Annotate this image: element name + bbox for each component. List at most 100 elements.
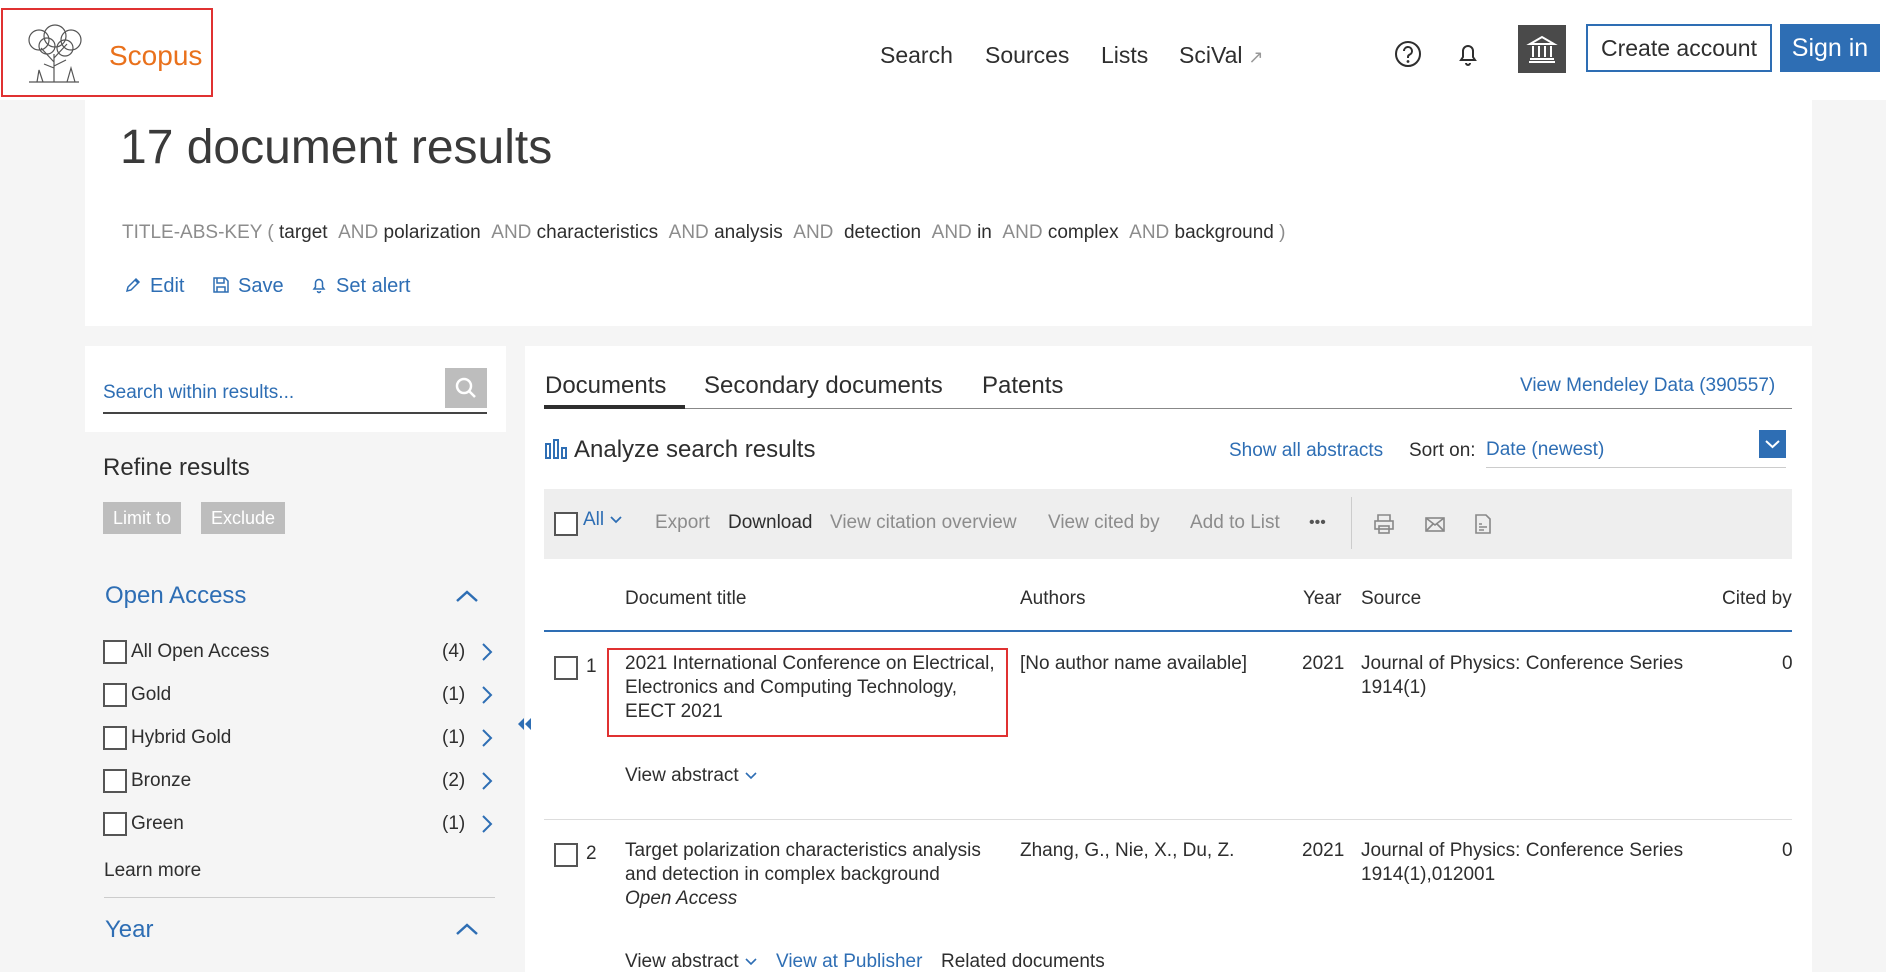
chevron-right-icon[interactable]: [480, 685, 494, 705]
row-number: 1: [586, 656, 597, 677]
query-field: TITLE-ABS-KEY (: [122, 222, 274, 243]
query-term: target: [278, 222, 328, 243]
print-icon[interactable]: [1372, 512, 1396, 536]
learn-more-link[interactable]: Learn more: [104, 860, 201, 882]
facet-checkbox[interactable]: [103, 683, 127, 707]
chevron-down-icon: [1765, 440, 1780, 449]
row-checkbox[interactable]: [554, 656, 578, 680]
save-icon: [213, 277, 229, 293]
view-at-publisher-link[interactable]: View at Publisher: [776, 951, 922, 972]
query-op: AND: [338, 222, 379, 243]
pencil-icon: [125, 277, 141, 293]
mendeley-data-link[interactable]: View Mendeley Data (390557): [1520, 375, 1775, 397]
chevron-right-icon[interactable]: [480, 814, 494, 834]
elsevier-tree-icon: [28, 24, 82, 83]
view-cited-by-button[interactable]: View cited by: [1048, 512, 1160, 534]
sort-label: Sort on:: [1409, 440, 1476, 461]
edit-label: Edit: [150, 275, 185, 297]
row-checkbox[interactable]: [554, 843, 578, 867]
exclude-button[interactable]: Exclude: [201, 502, 286, 534]
facet-checkbox[interactable]: [103, 812, 127, 836]
view-citation-overview-button[interactable]: View citation overview: [830, 512, 1017, 534]
save-search-link[interactable]: Save: [212, 275, 284, 298]
col-year[interactable]: Year: [1303, 588, 1341, 610]
email-icon[interactable]: [1423, 512, 1447, 536]
source-line: Journal of Physics: Conference Series: [1361, 653, 1684, 674]
bell-icon[interactable]: [1452, 38, 1484, 70]
chevron-right-icon[interactable]: [480, 728, 494, 748]
col-document-title[interactable]: Document title: [625, 588, 746, 610]
sort-dropdown-button[interactable]: [1759, 430, 1786, 458]
help-icon[interactable]: [1392, 38, 1424, 70]
results-title: 17 document results: [120, 121, 553, 174]
collapse-sidebar-icon[interactable]: [515, 714, 535, 734]
related-documents-link[interactable]: Related documents: [941, 951, 1105, 972]
highlight-annotation: [607, 648, 1008, 737]
facet-label: Gold: [131, 684, 172, 705]
document-title-link[interactable]: Target polarization characteristics anal…: [625, 839, 1010, 911]
source-line: 1914(1): [1361, 677, 1427, 698]
row-divider: [544, 819, 1792, 820]
nav-search[interactable]: Search: [880, 42, 953, 69]
query-term: detection: [843, 222, 922, 243]
row-number: 2: [586, 843, 597, 864]
tab-patents[interactable]: Patents: [982, 372, 1063, 400]
nav-sources[interactable]: Sources: [985, 42, 1069, 69]
select-all-dropdown[interactable]: All: [583, 509, 623, 531]
source-link[interactable]: Journal of Physics: Conference Series 19…: [1361, 652, 1683, 700]
tabs-divider: [544, 408, 1792, 409]
authors-link[interactable]: Zhang, G., Nie, X., Du, Z.: [1020, 839, 1234, 863]
scopus-logo-link[interactable]: Scopus: [1, 8, 213, 97]
show-all-abstracts-link[interactable]: Show all abstracts: [1229, 440, 1383, 462]
chevron-up-icon[interactable]: [455, 589, 479, 603]
add-to-list-button[interactable]: Add to List: [1190, 512, 1280, 534]
query-term: analysis: [714, 222, 783, 243]
view-abstract-toggle[interactable]: View abstract: [625, 951, 758, 972]
edit-query-link[interactable]: Edit: [124, 275, 184, 298]
facet-checkbox[interactable]: [103, 640, 127, 664]
nav-scival[interactable]: SciVal ↗: [1179, 42, 1264, 69]
year-facet-header[interactable]: Year: [105, 916, 154, 944]
pdf-icon[interactable]: [1471, 512, 1495, 536]
facet-checkbox[interactable]: [103, 726, 127, 750]
search-within-input[interactable]: Search within results...: [103, 366, 487, 414]
facet-label: Green: [131, 813, 184, 834]
open-access-facet-header[interactable]: Open Access: [105, 582, 246, 610]
facet-count: (2): [442, 770, 466, 791]
select-all-checkbox[interactable]: [554, 512, 578, 536]
chevron-right-icon[interactable]: [480, 771, 494, 791]
col-cited-by[interactable]: Cited by: [1722, 588, 1792, 610]
institution-icon: [1526, 35, 1558, 63]
sign-in-button[interactable]: Sign in: [1780, 24, 1880, 72]
source-link[interactable]: Journal of Physics: Conference Series 19…: [1361, 839, 1683, 887]
view-abstract-toggle[interactable]: View abstract: [625, 765, 758, 787]
facet-label: Hybrid Gold: [131, 727, 232, 748]
external-link-icon: ↗: [1248, 47, 1264, 67]
analyze-results-link[interactable]: Analyze search results: [544, 436, 815, 464]
chevron-up-icon[interactable]: [455, 922, 479, 936]
view-abstract-label: View abstract: [625, 765, 739, 786]
col-source[interactable]: Source: [1361, 588, 1421, 610]
tab-documents[interactable]: Documents: [545, 372, 666, 400]
year-cell: 2021: [1302, 653, 1345, 674]
limit-to-button[interactable]: Limit to: [103, 502, 182, 534]
download-button[interactable]: Download: [728, 512, 813, 534]
tab-secondary-documents[interactable]: Secondary documents: [704, 372, 943, 400]
more-options-button[interactable]: •••: [1309, 514, 1326, 532]
year-cell: 2021: [1302, 840, 1345, 861]
cited-by-count[interactable]: 0: [1782, 839, 1793, 863]
bar-chart-icon: [545, 439, 567, 459]
facet-count: (4): [442, 641, 466, 662]
search-within-button[interactable]: [445, 368, 487, 408]
chevron-right-icon[interactable]: [480, 642, 494, 662]
set-alert-link[interactable]: Set alert: [310, 275, 410, 298]
col-authors[interactable]: Authors: [1020, 588, 1085, 610]
create-account-button[interactable]: Create account: [1586, 24, 1772, 72]
cited-by-count[interactable]: 0: [1782, 652, 1793, 676]
query-term: in: [977, 222, 992, 243]
facet-checkbox[interactable]: [103, 769, 127, 793]
nav-lists[interactable]: Lists: [1101, 42, 1148, 69]
institution-button[interactable]: [1518, 25, 1566, 73]
export-button[interactable]: Export: [655, 512, 710, 534]
query-op: AND: [1002, 222, 1043, 243]
